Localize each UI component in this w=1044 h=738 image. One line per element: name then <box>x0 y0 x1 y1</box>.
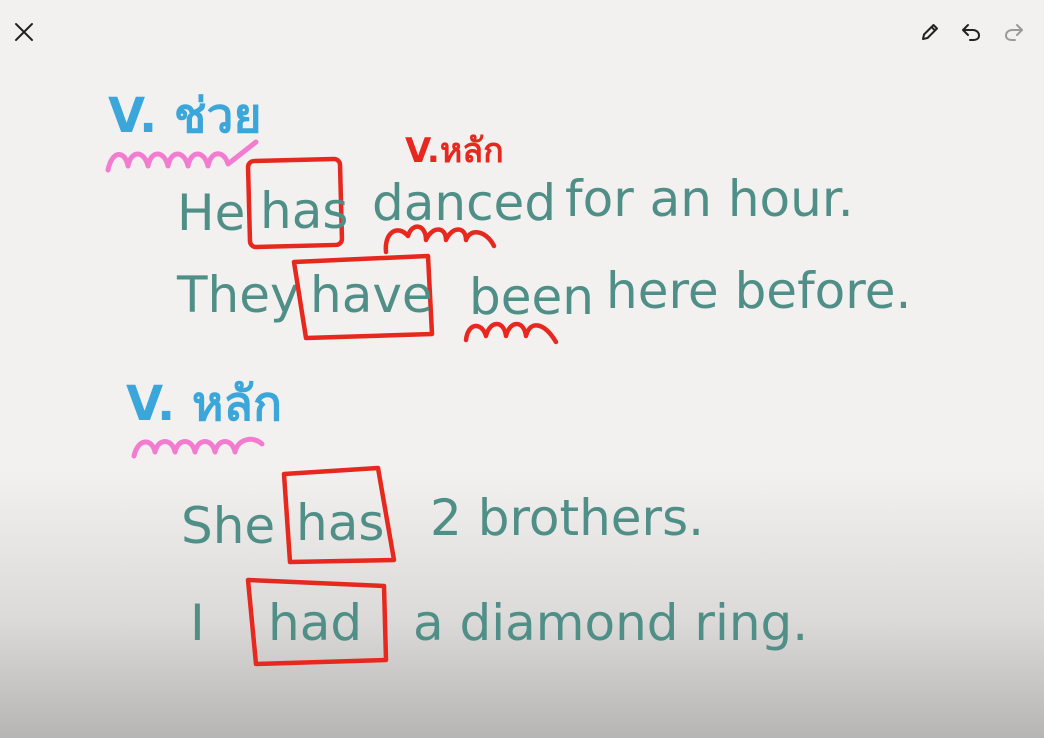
sentence-2-subject: They <box>176 266 300 324</box>
undo-button[interactable] <box>955 16 987 48</box>
sentence-1-boxed-verb: has <box>260 182 348 240</box>
pen-tool-button[interactable] <box>914 16 946 48</box>
red-squiggle-2 <box>463 321 559 345</box>
red-squiggle-1 <box>383 224 497 255</box>
sentence-2-main-verb: been <box>469 268 594 326</box>
undo-icon <box>962 24 980 41</box>
pen-icon <box>922 24 938 40</box>
sentence-4-boxed-verb: had <box>268 594 362 652</box>
sentence-2-rest: here before. <box>606 262 911 320</box>
sentence-3-boxed-verb: has <box>296 494 384 552</box>
whiteboard-canvas[interactable]: V. ช่วย V.หลัก He has danced for an hour… <box>0 0 1044 738</box>
heading-helper-verb: V. ช่วย <box>108 88 262 144</box>
redo-button[interactable] <box>998 16 1030 48</box>
sentence-2-boxed-verb: have <box>310 266 433 324</box>
close-icon <box>15 23 33 41</box>
pink-underline-1 <box>105 139 259 173</box>
pink-underline-2 <box>131 436 265 459</box>
redo-icon <box>1005 24 1023 41</box>
sentence-3-subject: She <box>181 497 275 555</box>
sentence-4-subject: I <box>190 594 205 652</box>
sentence-4-rest: a diamond ring. <box>413 594 808 652</box>
sentence-1-subject: He <box>177 184 245 242</box>
sentence-1-rest: for an hour. <box>565 170 854 228</box>
annotation-main-verb: V.หลัก <box>405 131 504 171</box>
heading-main-verb: V. หลัก <box>126 376 282 432</box>
close-button[interactable] <box>8 16 40 48</box>
sentence-3-rest: 2 brothers. <box>430 489 704 547</box>
sentence-1-main-verb: danced <box>372 174 556 232</box>
